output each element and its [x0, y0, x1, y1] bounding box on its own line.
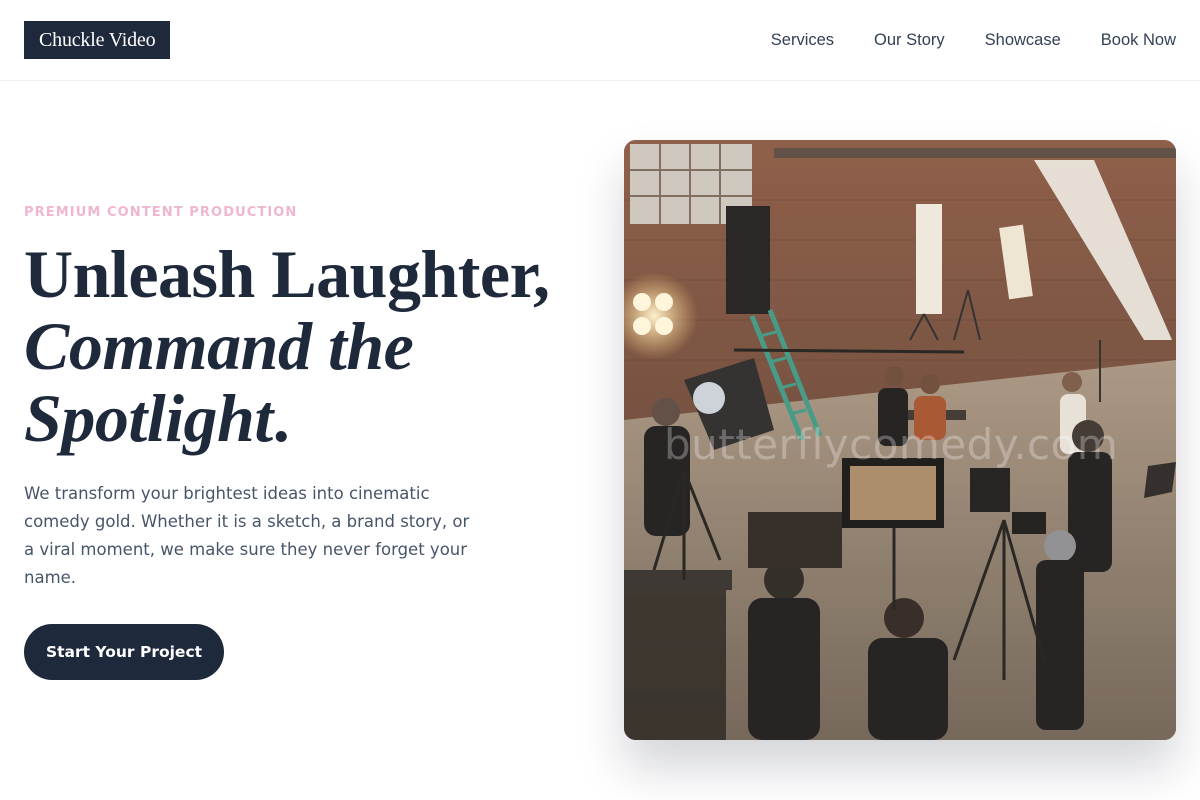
- start-project-button[interactable]: Start Your Project: [24, 624, 224, 680]
- main-nav: Services Our Story Showcase Book Now: [771, 29, 1176, 51]
- headline-line-1: Unleash Laughter,: [24, 236, 550, 312]
- headline-line-2: Command the: [24, 308, 414, 384]
- nav-link-services[interactable]: Services: [771, 29, 834, 51]
- logo[interactable]: Chuckle Video: [24, 21, 171, 59]
- headline-period: .: [272, 380, 290, 456]
- hero-image-film-set: butterflycomedy.com: [624, 140, 1176, 740]
- nav-link-book-now[interactable]: Book Now: [1101, 29, 1176, 51]
- headline-line-3: Spotlight: [24, 380, 273, 456]
- hero-eyebrow: PREMIUM CONTENT PRODUCTION: [24, 205, 298, 220]
- hero-lead: We transform your brightest ideas into c…: [24, 484, 470, 587]
- image-watermark: butterflycomedy.com: [664, 420, 1119, 469]
- nav-link-showcase[interactable]: Showcase: [985, 29, 1061, 51]
- nav-link-our-story[interactable]: Our Story: [874, 29, 945, 51]
- site-header: Chuckle Video Services Our Story Showcas…: [0, 0, 1200, 81]
- hero-headline: Unleash Laughter, Command the Spotlight.: [24, 238, 604, 454]
